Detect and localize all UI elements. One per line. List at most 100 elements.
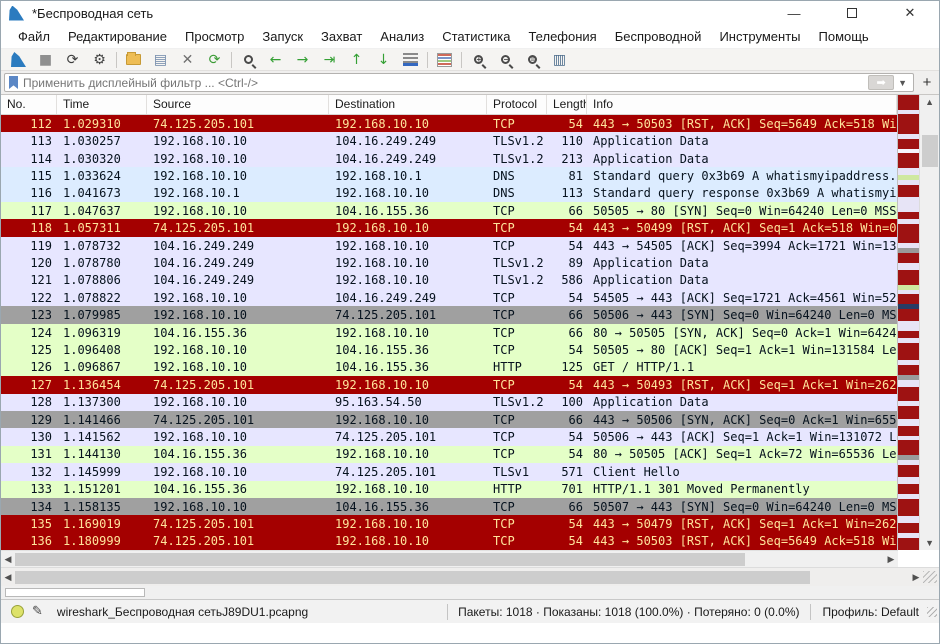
- packet-row[interactable]: 1141.030320192.168.10.10104.16.249.249TL…: [1, 150, 897, 167]
- packet-list-hscrollbar[interactable]: ◀ ▶: [1, 550, 898, 567]
- capture-options-icon[interactable]: ⚙: [86, 50, 113, 70]
- menu-item-2[interactable]: Просмотр: [176, 27, 253, 46]
- packet-row[interactable]: 1191.078732104.16.249.249192.168.10.10TC…: [1, 237, 897, 254]
- packet-minimap[interactable]: [897, 95, 919, 550]
- menu-item-0[interactable]: Файл: [9, 27, 59, 46]
- menu-item-4[interactable]: Захват: [312, 27, 371, 46]
- menu-item-3[interactable]: Запуск: [253, 27, 312, 46]
- add-filter-button[interactable]: +: [918, 74, 936, 92]
- column-header-destination[interactable]: Destination: [329, 95, 487, 114]
- zoom-in-icon[interactable]: +: [465, 50, 492, 70]
- stop-capture-icon[interactable]: ■: [32, 50, 59, 70]
- resize-grip[interactable]: [923, 571, 937, 583]
- packet-row[interactable]: 1231.079985192.168.10.1074.125.205.101TC…: [1, 306, 897, 323]
- resize-columns-icon[interactable]: ▥: [546, 50, 573, 70]
- close-button[interactable]: ✕: [881, 1, 939, 25]
- go-first-packet-icon[interactable]: ↑: [343, 50, 370, 70]
- maximize-button[interactable]: [823, 1, 881, 25]
- hscroll-right-icon[interactable]: ▶: [884, 554, 898, 565]
- zoom-out-icon[interactable]: −: [492, 50, 519, 70]
- packet-row[interactable]: 1291.14146674.125.205.101192.168.10.10TC…: [1, 411, 897, 428]
- menu-item-10[interactable]: Помощь: [810, 27, 878, 46]
- column-header-time[interactable]: Time: [57, 95, 147, 114]
- packet-row[interactable]: 1121.02931074.125.205.101192.168.10.10TC…: [1, 115, 897, 132]
- packet-row[interactable]: 1241.096319104.16.155.36192.168.10.10TCP…: [1, 324, 897, 341]
- cell-time: 1.033624: [57, 169, 147, 183]
- hscroll-thumb[interactable]: [15, 553, 745, 566]
- packet-row[interactable]: 1131.030257192.168.10.10104.16.249.249TL…: [1, 132, 897, 149]
- vertical-scroll-thumb[interactable]: [922, 135, 938, 167]
- packet-row[interactable]: 1161.041673192.168.10.1192.168.10.10DNS1…: [1, 185, 897, 202]
- packet-row[interactable]: 1171.047637192.168.10.10104.16.155.36TCP…: [1, 202, 897, 219]
- colorize-icon[interactable]: [431, 50, 458, 70]
- packet-row[interactable]: 1201.078780104.16.249.249192.168.10.10TL…: [1, 254, 897, 271]
- packet-row[interactable]: 1261.096867192.168.10.10104.16.155.36HTT…: [1, 359, 897, 376]
- find-packet-icon[interactable]: [235, 50, 262, 70]
- packet-row[interactable]: 1361.18099974.125.205.101192.168.10.10TC…: [1, 533, 897, 550]
- menu-item-9[interactable]: Инструменты: [710, 27, 809, 46]
- scroll-down-icon[interactable]: ▼: [925, 536, 934, 550]
- display-filter-input[interactable]: [23, 76, 868, 90]
- cell-dst: 95.163.54.50: [329, 395, 487, 409]
- hscroll2-thumb[interactable]: [15, 571, 810, 584]
- close-file-icon[interactable]: ✕: [174, 50, 201, 70]
- packet-row[interactable]: 1341.158135192.168.10.10104.16.155.36TCP…: [1, 498, 897, 515]
- menu-item-7[interactable]: Телефония: [519, 27, 605, 46]
- menu-item-8[interactable]: Беспроводной: [606, 27, 711, 46]
- column-header-source[interactable]: Source: [147, 95, 329, 114]
- open-file-icon: [126, 54, 141, 65]
- packet-row[interactable]: 1281.137300192.168.10.1095.163.54.50TLSv…: [1, 394, 897, 411]
- minimize-button[interactable]: —: [765, 1, 823, 25]
- go-last-packet-icon[interactable]: ↓: [370, 50, 397, 70]
- hscroll-left-icon[interactable]: ◀: [1, 554, 15, 565]
- hscroll-track[interactable]: [15, 553, 884, 566]
- go-forward-icon[interactable]: →: [289, 50, 316, 70]
- cell-src: 74.125.205.101: [147, 534, 329, 548]
- packet-row[interactable]: 1301.141562192.168.10.1074.125.205.101TC…: [1, 428, 897, 445]
- open-file-icon[interactable]: [120, 50, 147, 70]
- cell-time: 1.158135: [57, 500, 147, 514]
- packet-row[interactable]: 1271.13645474.125.205.101192.168.10.10TC…: [1, 376, 897, 393]
- save-file-icon[interactable]: ▤: [147, 50, 174, 70]
- zoom-original-icon[interactable]: =: [519, 50, 546, 70]
- go-back-icon[interactable]: ←: [262, 50, 289, 70]
- column-header-protocol[interactable]: Protocol: [487, 95, 547, 114]
- packet-row[interactable]: 1331.151201104.16.155.36192.168.10.10HTT…: [1, 481, 897, 498]
- cell-no: 123: [1, 308, 57, 322]
- auto-scroll-icon[interactable]: [397, 50, 424, 70]
- packet-row[interactable]: 1221.078822192.168.10.10104.16.249.249TC…: [1, 289, 897, 306]
- vertical-scrollbar[interactable]: ▲ ▼: [919, 95, 939, 550]
- scroll-up-icon[interactable]: ▲: [925, 95, 934, 109]
- packet-row[interactable]: 1181.05731174.125.205.101192.168.10.10TC…: [1, 219, 897, 236]
- apply-filter-button[interactable]: ➡: [868, 75, 894, 90]
- column-header-no[interactable]: No.: [1, 95, 57, 114]
- hscroll2-track[interactable]: [15, 571, 909, 584]
- packet-row[interactable]: 1351.16901974.125.205.101192.168.10.10TC…: [1, 515, 897, 532]
- window-resize-grip[interactable]: [927, 607, 937, 617]
- lower-hscrollbar[interactable]: ◀ ▶: [1, 567, 939, 586]
- hscroll2-left-icon[interactable]: ◀: [1, 572, 15, 583]
- menu-item-5[interactable]: Анализ: [371, 27, 433, 46]
- go-forward-icon: →: [297, 53, 309, 67]
- column-header-info[interactable]: Info: [587, 95, 897, 114]
- filter-bookmark-icon[interactable]: [9, 76, 18, 89]
- restart-capture-icon[interactable]: ⟳: [59, 50, 86, 70]
- packet-row[interactable]: 1151.033624192.168.10.10192.168.10.1DNS8…: [1, 167, 897, 184]
- packet-row[interactable]: 1311.144130104.16.155.36192.168.10.10TCP…: [1, 446, 897, 463]
- go-to-packet-icon[interactable]: ⇥: [316, 50, 343, 70]
- reload-file-icon[interactable]: ⟳: [201, 50, 228, 70]
- expert-info-icon[interactable]: [11, 605, 24, 618]
- hscroll2-right-icon[interactable]: ▶: [909, 572, 923, 583]
- menu-item-6[interactable]: Статистика: [433, 27, 519, 46]
- vertical-scroll-track[interactable]: [920, 109, 939, 536]
- menu-item-1[interactable]: Редактирование: [59, 27, 176, 46]
- packet-row[interactable]: 1211.078806104.16.249.249192.168.10.10TL…: [1, 272, 897, 289]
- toolbar-separator: [427, 52, 428, 68]
- profile-selector[interactable]: Профиль: Default: [817, 605, 928, 619]
- column-header-length[interactable]: Length: [547, 95, 587, 114]
- packet-row[interactable]: 1321.145999192.168.10.1074.125.205.101TL…: [1, 463, 897, 480]
- start-capture-icon[interactable]: [5, 50, 32, 70]
- packet-row[interactable]: 1251.096408192.168.10.10104.16.155.36TCP…: [1, 341, 897, 358]
- annotation-pencil-icon[interactable]: ✎: [32, 604, 43, 619]
- filter-dropdown-icon[interactable]: ▼: [896, 78, 913, 88]
